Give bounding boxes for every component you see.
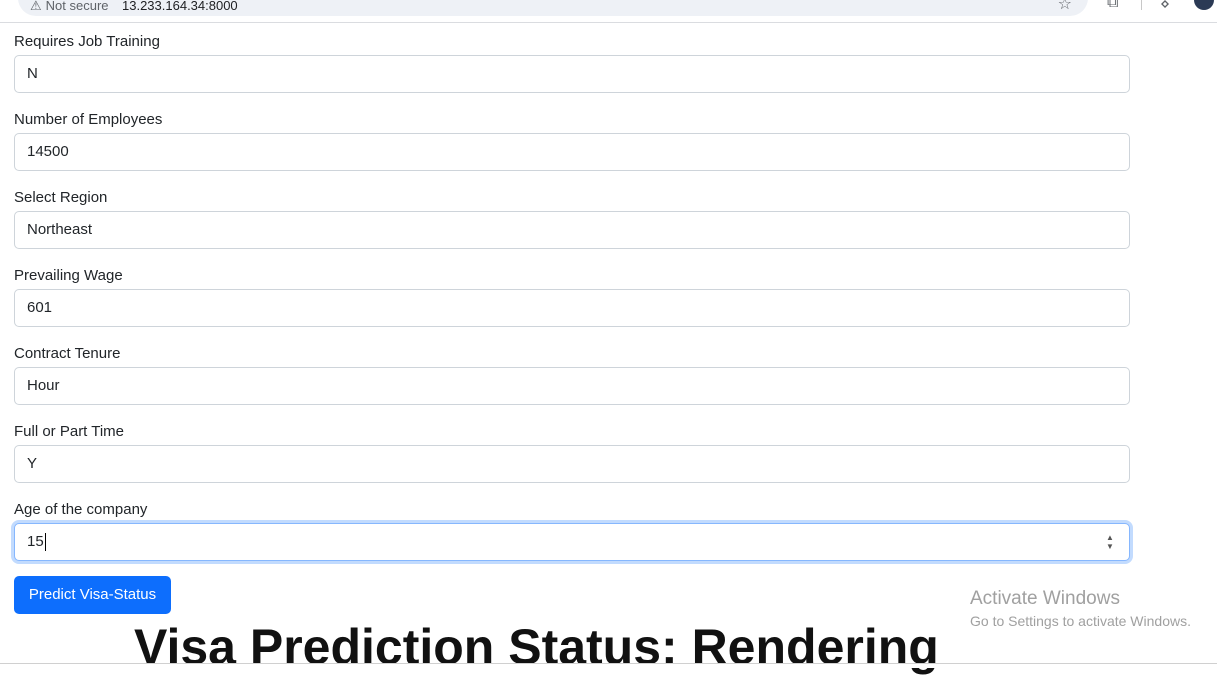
extensions-icon[interactable]: ⋄ (1160, 0, 1170, 14)
security-indicator[interactable]: ⚠ Not secure (30, 0, 109, 14)
share-icon[interactable]: ⧉ (1107, 0, 1118, 12)
profile-avatar[interactable] (1194, 0, 1214, 10)
warning-icon: ⚠ (30, 0, 42, 13)
browser-toolbar: ⚠ Not secure 13.233.164.34:8000 ☆ ⧉ ⋄ (0, 0, 1217, 23)
field-label: Number of Employees (14, 111, 163, 128)
address-bar[interactable]: ⚠ Not secure 13.233.164.34:8000 ☆ (18, 0, 1088, 16)
company-age-input[interactable]: 15 ▲ ▼ (14, 523, 1130, 561)
region-input[interactable]: Northeast (14, 211, 1130, 249)
wage-input[interactable]: 601 (14, 289, 1130, 327)
url-text[interactable]: 13.233.164.34:8000 (122, 0, 238, 13)
watermark-title: Activate Windows (970, 588, 1120, 609)
field-select-region: Select Region Northeast (14, 187, 1130, 249)
field-number-of-employees: Number of Employees 14500 (14, 109, 1130, 171)
job-training-input[interactable]: N (14, 55, 1130, 93)
field-prevailing-wage: Prevailing Wage 601 (14, 265, 1130, 327)
spin-up-icon[interactable]: ▲ (1105, 533, 1115, 542)
field-full-or-part-time: Full or Part Time Y (14, 421, 1130, 483)
watermark-subtitle: Go to Settings to activate Windows. (970, 613, 1191, 629)
spin-down-icon[interactable]: ▼ (1105, 542, 1115, 551)
field-label: Select Region (14, 189, 108, 206)
activate-windows-watermark: Activate Windows Go to Settings to activ… (970, 587, 1191, 631)
field-age-of-company: Age of the company 15 ▲ ▼ (14, 499, 1130, 561)
input-value: 15 (27, 533, 44, 550)
field-contract-tenure: Contract Tenure Hour (14, 343, 1130, 405)
contract-tenure-input[interactable]: Hour (14, 367, 1130, 405)
field-label: Contract Tenure (14, 345, 121, 362)
employees-input[interactable]: 14500 (14, 133, 1130, 171)
number-spinner[interactable]: ▲ ▼ (1105, 533, 1115, 553)
field-label: Prevailing Wage (14, 267, 123, 284)
full-part-time-input[interactable]: Y (14, 445, 1130, 483)
field-requires-job-training: Requires Job Training N (14, 31, 1130, 93)
field-label: Requires Job Training (14, 33, 160, 50)
security-label: Not secure (45, 0, 109, 13)
page-bottom-edge (0, 663, 1217, 668)
toolbar-divider (1141, 0, 1142, 10)
text-caret (44, 533, 46, 552)
field-label: Age of the company (14, 501, 148, 518)
field-label: Full or Part Time (14, 423, 125, 440)
prediction-result-heading: Visa Prediction Status: Rendering (134, 619, 939, 675)
predict-visa-status-button[interactable]: Predict Visa-Status (14, 576, 171, 614)
bookmark-star-icon[interactable]: ☆ (1058, 0, 1072, 14)
